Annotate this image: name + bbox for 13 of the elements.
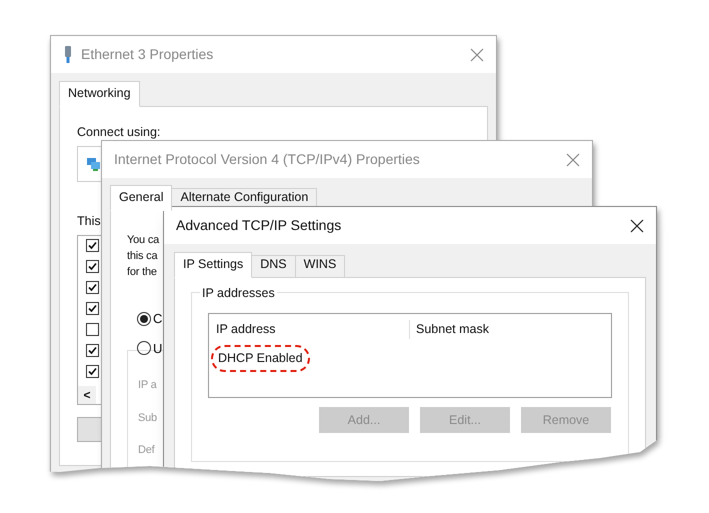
window-title: Advanced TCP/IP Settings [176,216,342,235]
window-title: Ethernet 3 Properties [81,45,214,64]
column-header: Subnet mask [415,321,489,338]
field-label: Sub [138,410,157,426]
text-line: You ca [127,233,160,248]
field-label: Def [138,443,155,458]
text-line: this ca [127,249,158,264]
window-title: Internet Protocol Version 4 (TCP/IPv4) Properties [114,150,420,169]
field-label: Connect using: [77,124,162,141]
field-label: IP a [138,378,157,393]
column-header: IP address [209,320,410,339]
list-label: This [77,212,101,230]
text-line: for the [127,265,157,280]
